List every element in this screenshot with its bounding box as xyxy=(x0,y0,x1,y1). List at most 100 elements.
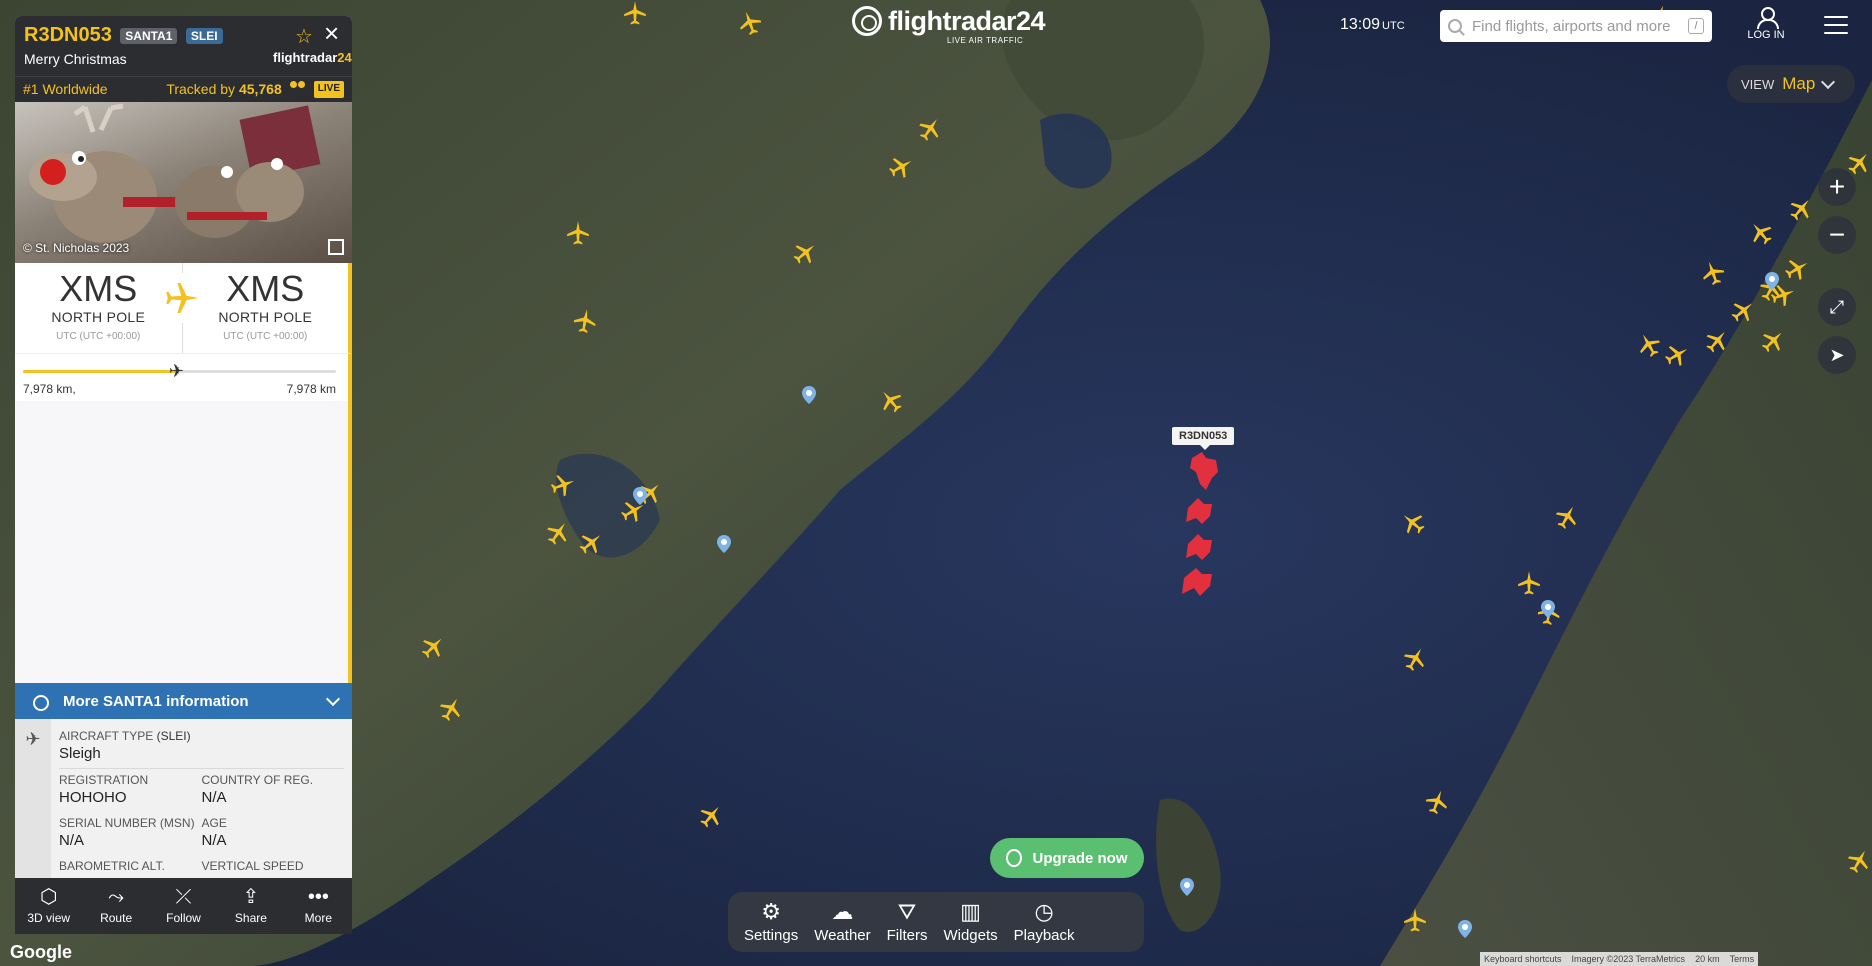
search-shortcut-key: / xyxy=(1688,18,1704,34)
close-icon[interactable]: × xyxy=(324,20,339,46)
weather-icon: ☁ xyxy=(831,898,854,924)
widgets-button[interactable]: ▥ Widgets xyxy=(935,898,1005,944)
aircraft-type-value: Sleigh xyxy=(59,745,101,762)
map-attribution: Keyboard shortcuts Imagery ©2023 TerraMe… xyxy=(1480,952,1759,966)
panel-empty-area xyxy=(15,401,352,683)
view-value: Map xyxy=(1782,74,1816,93)
airport-pin-icon[interactable] xyxy=(1541,600,1555,618)
photo-credit: © St. Nicholas 2023 xyxy=(23,241,130,255)
airport-pin-icon[interactable] xyxy=(1180,878,1194,896)
more-info-button[interactable]: More SANTA1 information xyxy=(15,683,352,719)
distance-flown: 7,978 km, xyxy=(23,382,76,396)
more-button[interactable]: ••• More xyxy=(285,878,352,934)
progress-fill xyxy=(23,370,177,373)
airport-pin-icon[interactable] xyxy=(1458,920,1472,938)
login-label: LOG IN xyxy=(1747,29,1785,41)
star-icon[interactable]: ☆ xyxy=(295,24,313,49)
vertical-speed-label: VERTICAL SPEED xyxy=(201,859,304,873)
fullscreen-button[interactable]: ⤢ xyxy=(1818,288,1856,326)
flight-callsign: R3DN053 xyxy=(24,24,112,46)
logo-wordmark: flightradar24 xyxy=(888,5,1046,36)
aircraft-icon[interactable] xyxy=(565,220,591,246)
view-toggle-button[interactable]: VIEW Map xyxy=(1727,65,1855,103)
origin-airport[interactable]: XMS NORTH POLE UTC (UTC +00:00) xyxy=(15,263,182,353)
destination-name: NORTH POLE xyxy=(218,308,313,325)
navigation-arrow-icon: ➤ xyxy=(1829,344,1845,365)
locate-button[interactable]: ➤ xyxy=(1818,336,1856,374)
terms-link[interactable]: Terms xyxy=(1730,954,1755,964)
aircraft-section-icon: ✈ xyxy=(15,719,51,879)
share-icon: ⇪ xyxy=(242,886,260,908)
aircraft-type-tag[interactable]: SLEI xyxy=(185,27,223,44)
search-box[interactable]: / xyxy=(1440,10,1712,42)
age-label: AGE xyxy=(201,816,227,830)
zoom-out-button[interactable]: − xyxy=(1818,216,1856,254)
people-icon xyxy=(289,81,306,91)
clock-zone: UTC xyxy=(1382,20,1405,32)
route-plane-icon xyxy=(157,273,207,323)
airport-pin-icon[interactable] xyxy=(633,487,647,505)
map-toolbar: ⚙ Settings ☁ Weather ⛛ Filters ▥ Widgets ◷ Pl… xyxy=(728,892,1144,952)
aircraft-icon[interactable] xyxy=(1516,570,1542,596)
scale-bar: 20 km xyxy=(1695,954,1720,964)
more-info-label: More SANTA1 information xyxy=(63,692,249,710)
badge-icon xyxy=(1006,849,1023,867)
aircraft-photo[interactable]: © St. Nicholas 2023 xyxy=(15,102,352,263)
airport-pin-icon[interactable] xyxy=(717,535,731,553)
google-logo: Google xyxy=(10,942,72,962)
destination-code: XMS xyxy=(226,268,305,309)
progress-plane-icon: ✈ xyxy=(168,361,184,381)
live-badge: LIVE xyxy=(313,81,344,98)
serial-value: N/A xyxy=(59,832,85,849)
route-button[interactable]: ⤳ Route xyxy=(82,878,149,934)
registration-value: HOHOHO xyxy=(59,789,127,806)
radar-logo-icon xyxy=(852,6,882,36)
filter-icon: ⛛ xyxy=(897,898,917,924)
zoom-in-button[interactable]: + xyxy=(1818,168,1856,206)
user-icon xyxy=(1756,6,1779,29)
baro-alt-label: BAROMETRIC ALT. xyxy=(59,859,165,873)
playback-button[interactable]: ◷ Playback xyxy=(1006,898,1083,944)
destination-airport[interactable]: XMS NORTH POLE UTC (UTC +00:00) xyxy=(181,263,349,353)
airport-pin-icon[interactable] xyxy=(802,386,816,404)
origin-timezone: UTC (UTC +00:00) xyxy=(56,330,141,342)
upgrade-button[interactable]: Upgrade now xyxy=(990,838,1144,878)
minus-icon: − xyxy=(1828,219,1846,250)
expand-icon: ⤢ xyxy=(1829,296,1845,317)
country-value: N/A xyxy=(201,789,227,806)
settings-button[interactable]: ⚙ Settings xyxy=(736,898,806,944)
plus-icon: + xyxy=(1828,171,1846,202)
destination-timezone: UTC (UTC +00:00) xyxy=(223,330,308,342)
aircraft-icon[interactable] xyxy=(570,306,600,336)
follow-button[interactable]: ⤫ Follow xyxy=(150,878,217,934)
site-logo[interactable]: flightradar24 LIVE AIR TRAFFIC xyxy=(852,5,1046,45)
serial-label: SERIAL NUMBER (MSN) xyxy=(59,816,195,830)
aircraft-type-label: AIRCRAFT TYPE (SLEI) xyxy=(59,729,191,743)
widgets-icon: ▥ xyxy=(960,898,981,924)
flight-number-tag[interactable]: SANTA1 xyxy=(120,27,178,44)
more-icon: ••• xyxy=(307,886,329,908)
weather-button[interactable]: ☁ Weather xyxy=(806,898,878,944)
history-icon: ◷ xyxy=(1034,898,1054,924)
search-input[interactable] xyxy=(1472,17,1682,35)
menu-icon[interactable] xyxy=(1824,16,1848,36)
gear-icon: ⚙ xyxy=(761,898,781,924)
filters-button[interactable]: ⛛ Filters xyxy=(879,898,936,944)
santa-sleigh-icon[interactable] xyxy=(1172,448,1232,606)
airport-pin-icon[interactable] xyxy=(1765,272,1779,290)
flight-progress: ✈ 7,978 km, 7,978 km xyxy=(15,353,352,401)
follow-icon: ⤫ xyxy=(175,886,192,908)
aircraft-type-row: AIRCRAFT TYPE (SLEI) Sleigh xyxy=(59,725,344,769)
selected-flight-label[interactable]: R3DN053 xyxy=(1172,427,1235,450)
aircraft-icon[interactable] xyxy=(1402,907,1428,933)
search-icon xyxy=(1448,19,1462,33)
login-button[interactable]: LOG IN xyxy=(1744,6,1788,41)
route-icon: ⤳ xyxy=(108,886,125,908)
panel-header: R3DN053 SANTA1 SLEI ☆ × Merry Christmas … xyxy=(15,16,352,76)
external-link-icon[interactable] xyxy=(328,239,344,255)
keyboard-shortcuts-link[interactable]: Keyboard shortcuts xyxy=(1484,954,1562,964)
share-button[interactable]: ⇪ Share xyxy=(217,878,284,934)
3d-view-button[interactable]: ⬡ 3D view xyxy=(15,878,82,934)
aircraft-icon[interactable] xyxy=(622,0,648,26)
tracked-by: Tracked by 45,768 xyxy=(166,81,282,97)
